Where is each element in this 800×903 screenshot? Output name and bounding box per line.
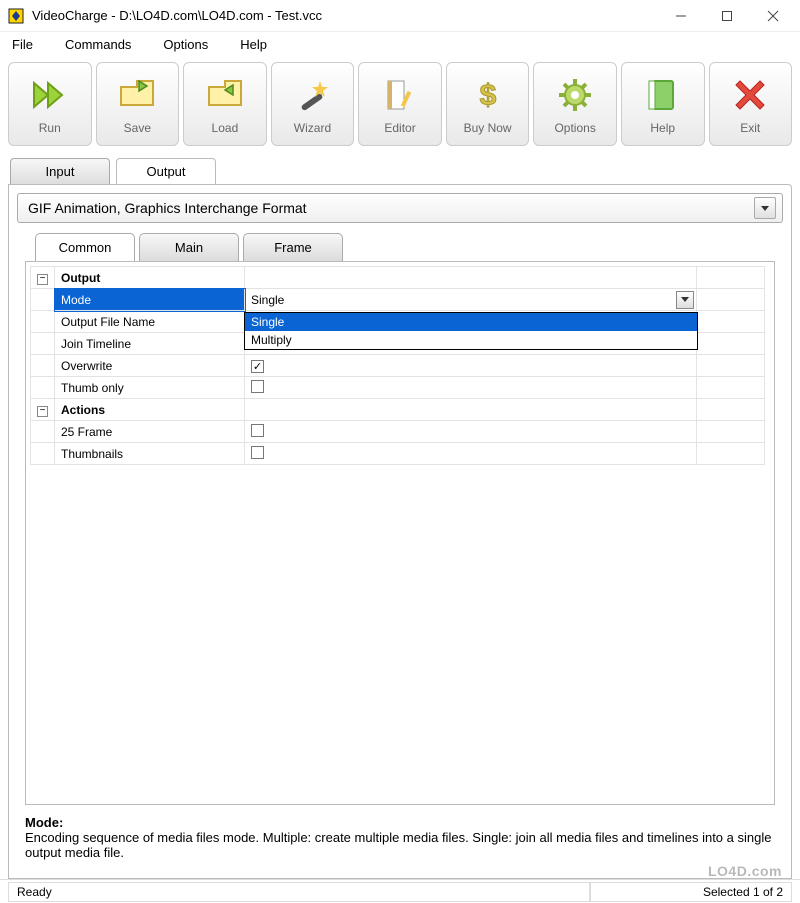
help-title: Mode:: [25, 815, 63, 830]
section-title: Output: [55, 267, 245, 289]
exit-button[interactable]: Exit: [709, 62, 793, 146]
checkbox-icon[interactable]: [251, 380, 264, 393]
checkbox-checked-icon[interactable]: ✓: [251, 360, 264, 373]
menu-help[interactable]: Help: [236, 35, 271, 54]
toolbar-label: Load: [212, 121, 239, 135]
help-text: Encoding sequence of media files mode. M…: [25, 830, 771, 860]
load-icon: [203, 73, 247, 117]
run-icon: [28, 73, 72, 117]
property-label: 25 Frame: [55, 421, 245, 443]
checkbox-icon[interactable]: [251, 446, 264, 459]
sub-tabs: Common Main Frame: [17, 233, 783, 261]
collapse-icon[interactable]: −: [37, 274, 48, 285]
output-panel: GIF Animation, Graphics Interchange Form…: [8, 184, 792, 879]
wizard-button[interactable]: Wizard: [271, 62, 355, 146]
statusbar: Ready Selected 1 of 2: [0, 879, 800, 903]
tab-input[interactable]: Input: [10, 158, 110, 184]
watermark: LO4D.com: [708, 863, 782, 879]
row-25-frame[interactable]: 25 Frame: [31, 421, 765, 443]
menubar: File Commands Options Help: [0, 32, 800, 56]
toolbar-label: Wizard: [294, 121, 331, 135]
dropdown-option[interactable]: Single: [245, 313, 697, 331]
property-label: Output File Name: [55, 311, 245, 333]
section-actions: − Actions: [31, 399, 765, 421]
run-button[interactable]: Run: [8, 62, 92, 146]
section-output: − Output: [31, 267, 765, 289]
minimize-button[interactable]: [658, 0, 704, 31]
help-icon: [641, 73, 685, 117]
help-button[interactable]: Help: [621, 62, 705, 146]
mode-dropdown[interactable]: Single Multiply: [244, 312, 698, 350]
editor-button[interactable]: Editor: [358, 62, 442, 146]
row-thumbnails[interactable]: Thumbnails: [31, 443, 765, 465]
toolbar-label: Run: [39, 121, 61, 135]
property-value: Single: [251, 293, 284, 307]
dollar-icon: $: [466, 73, 510, 117]
options-button[interactable]: Options: [533, 62, 617, 146]
toolbar-label: Editor: [384, 121, 415, 135]
row-overwrite[interactable]: Overwrite ✓: [31, 355, 765, 377]
app-icon: [8, 8, 24, 24]
checkbox-icon[interactable]: [251, 424, 264, 437]
close-icon: [728, 73, 772, 117]
status-ready: Ready: [8, 882, 590, 902]
tab-output[interactable]: Output: [116, 158, 216, 184]
buy-now-button[interactable]: $ Buy Now: [446, 62, 530, 146]
property-label: Thumbnails: [55, 443, 245, 465]
section-title: Actions: [55, 399, 245, 421]
dropdown-option[interactable]: Multiply: [245, 331, 697, 349]
close-button[interactable]: [750, 0, 796, 31]
save-button[interactable]: Save: [96, 62, 180, 146]
menu-commands[interactable]: Commands: [61, 35, 135, 54]
editor-icon: [378, 73, 422, 117]
chevron-down-icon[interactable]: [754, 197, 776, 219]
toolbar-label: Exit: [740, 121, 760, 135]
collapse-icon[interactable]: −: [37, 406, 48, 417]
property-grid: − Output Mode Single Output File Name: [25, 261, 775, 805]
property-label: Mode: [55, 289, 245, 311]
toolbar-label: Buy Now: [464, 121, 512, 135]
sub-tab-main[interactable]: Main: [139, 233, 239, 261]
help-panel: Mode: Encoding sequence of media files m…: [17, 811, 783, 870]
maximize-button[interactable]: [704, 0, 750, 31]
property-label: Join Timeline: [55, 333, 245, 355]
window-title: VideoCharge - D:\LO4D.com\LO4D.com - Tes…: [32, 8, 658, 23]
window-controls: [658, 0, 796, 31]
status-selection: Selected 1 of 2: [590, 882, 792, 902]
format-value: GIF Animation, Graphics Interchange Form…: [28, 200, 754, 216]
gear-icon: [553, 73, 597, 117]
row-mode[interactable]: Mode Single: [31, 289, 765, 311]
row-thumb-only[interactable]: Thumb only: [31, 377, 765, 399]
load-button[interactable]: Load: [183, 62, 267, 146]
titlebar: VideoCharge - D:\LO4D.com\LO4D.com - Tes…: [0, 0, 800, 32]
sub-tab-frame[interactable]: Frame: [243, 233, 343, 261]
toolbar-label: Help: [650, 121, 675, 135]
menu-file[interactable]: File: [8, 35, 37, 54]
save-icon: [115, 73, 159, 117]
menu-options[interactable]: Options: [159, 35, 212, 54]
sub-tab-common[interactable]: Common: [35, 233, 135, 261]
wizard-icon: [290, 73, 334, 117]
main-tabs: Input Output: [0, 152, 800, 184]
format-select[interactable]: GIF Animation, Graphics Interchange Form…: [17, 193, 783, 223]
toolbar-label: Save: [124, 121, 151, 135]
svg-text:$: $: [479, 79, 496, 112]
toolbar-label: Options: [554, 121, 595, 135]
property-label: Overwrite: [55, 355, 245, 377]
chevron-down-icon[interactable]: [676, 291, 694, 309]
toolbar: Run Save Load Wizard Editor $ Buy Now Op…: [0, 56, 800, 152]
property-label: Thumb only: [55, 377, 245, 399]
